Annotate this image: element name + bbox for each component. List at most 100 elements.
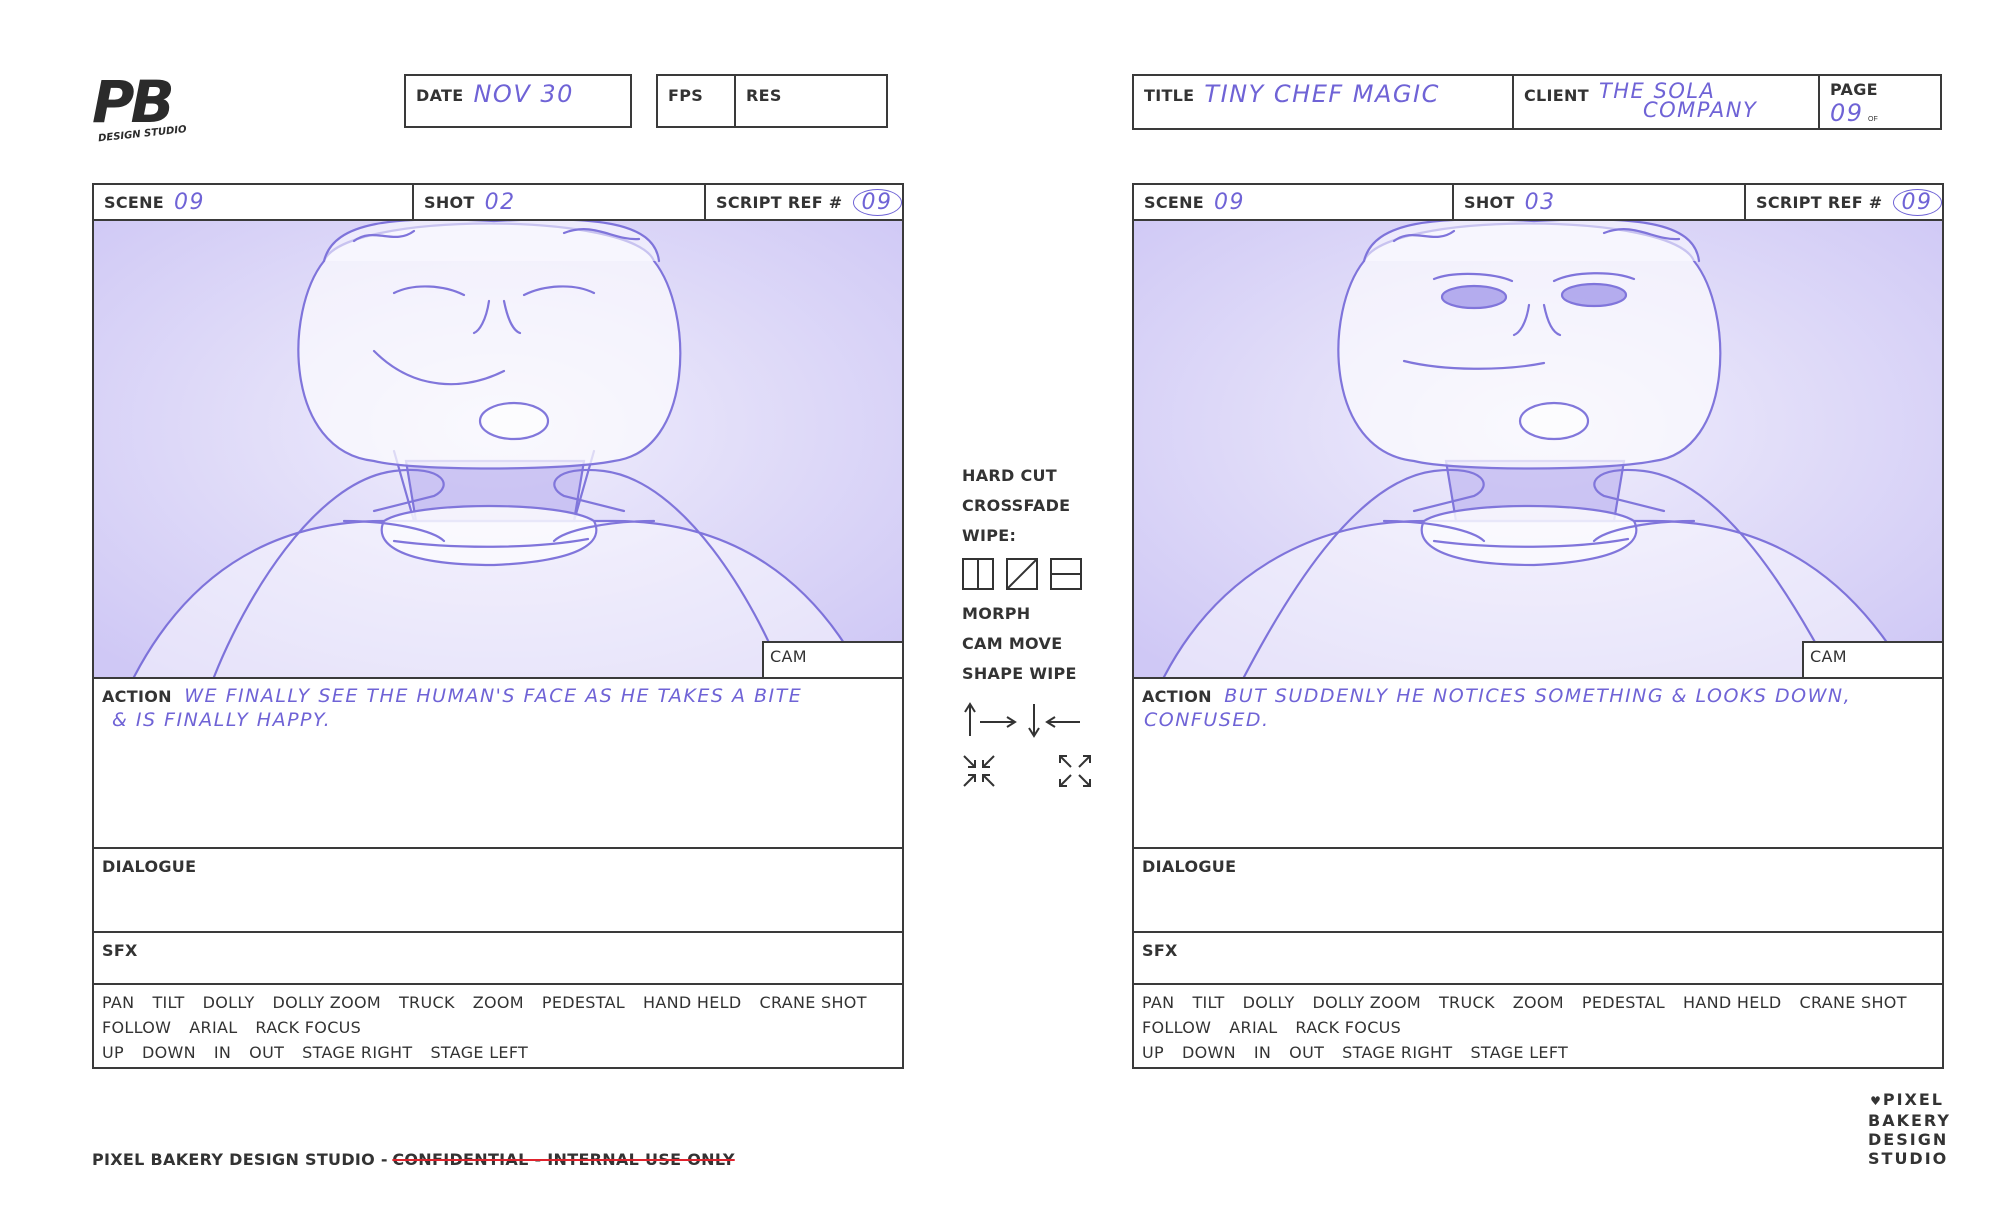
storyboard-panel-1: SCENE 09 SHOT 02 SCRIPT REF # 09 CAM ACT… [92, 183, 904, 1069]
transitions-panel: HARD CUT CROSSFADE WIPE: MORPH CAM MOVE … [962, 466, 1102, 796]
move-rack-focus[interactable]: RACK FOCUS [1295, 1018, 1401, 1037]
camera-moves-line-3: UP DOWN IN OUT STAGE RIGHT STAGE LEFT [102, 1043, 894, 1062]
shot-label: SHOT [424, 192, 475, 212]
expand-arrows-icon[interactable] [1058, 754, 1092, 788]
action-text-line-1: BUT SUDDENLY HE NOTICES SOMETHING & LOOK… [1224, 685, 1852, 707]
move-down[interactable]: DOWN [1182, 1043, 1236, 1062]
move-hand-held[interactable]: HAND HELD [1683, 993, 1781, 1012]
move-dolly-zoom[interactable]: DOLLY ZOOM [273, 993, 381, 1012]
transition-wipe[interactable]: WIPE: [962, 526, 1016, 545]
move-follow[interactable]: FOLLOW [1142, 1018, 1211, 1037]
res-label: RES [746, 86, 782, 105]
client-value: THE SOLA COMPANY [1599, 81, 1757, 121]
title-label: TITLE [1144, 86, 1195, 105]
wipe-diagonal-icon[interactable] [1006, 558, 1038, 590]
move-truck[interactable]: TRUCK [399, 993, 455, 1012]
direction-arrows [962, 702, 1082, 738]
dialogue-row: DIALOGUE [1134, 849, 1942, 933]
move-tilt[interactable]: TILT [1192, 993, 1224, 1012]
move-zoom[interactable]: ZOOM [1513, 993, 1564, 1012]
transition-morph[interactable]: MORPH [962, 604, 1030, 623]
move-stage-left[interactable]: STAGE LEFT [430, 1043, 528, 1062]
footer-logo-line-1: ♥PIXEL [1870, 1090, 1944, 1109]
fps-res-box: FPS RES [656, 74, 888, 128]
cam-label: CAM [1810, 647, 1847, 666]
move-dolly[interactable]: DOLLY [203, 993, 255, 1012]
footer-logo-line-3: DESIGN [1868, 1130, 1949, 1149]
action-text-line-2: CONFUSED. [1144, 709, 1270, 731]
date-box: DATE NOV 30 [404, 74, 632, 128]
script-ref-value: 09 [852, 188, 902, 216]
arrow-up-right-icon[interactable] [962, 702, 1018, 738]
move-up[interactable]: UP [1142, 1043, 1164, 1062]
sfx-label: SFX [1142, 941, 1178, 960]
footer-text: PIXEL BAKERY DESIGN STUDIO - CONFIDENTIA… [92, 1150, 735, 1170]
wipe-horizontal-icon[interactable] [1050, 558, 1082, 590]
move-stage-left[interactable]: STAGE LEFT [1470, 1043, 1568, 1062]
cam-label: CAM [770, 647, 807, 666]
footer-logo: ♥PIXEL BAKERY DESIGN STUDIO [1868, 1090, 1949, 1168]
move-dolly-zoom[interactable]: DOLLY ZOOM [1313, 993, 1421, 1012]
action-row: ACTION BUT SUDDENLY HE NOTICES SOMETHING… [1134, 677, 1942, 849]
move-arial[interactable]: ARIAL [189, 1018, 237, 1037]
move-in[interactable]: IN [1254, 1043, 1271, 1062]
camera-moves-line-2: FOLLOW ARIAL RACK FOCUS [1142, 1018, 1934, 1037]
action-row: ACTION WE FINALLY SEE THE HUMAN'S FACE A… [94, 677, 902, 849]
move-rack-focus[interactable]: RACK FOCUS [255, 1018, 361, 1037]
move-follow[interactable]: FOLLOW [102, 1018, 171, 1037]
transition-cam-move[interactable]: CAM MOVE [962, 634, 1062, 653]
collapse-arrows-icon[interactable] [962, 754, 996, 788]
panel-1-frame: CAM [94, 221, 902, 679]
shot-value: 02 [484, 189, 516, 215]
sketch-2 [1134, 221, 1942, 677]
wipe-vertical-icon[interactable] [962, 558, 994, 590]
move-pan[interactable]: PAN [102, 993, 134, 1012]
move-zoom[interactable]: ZOOM [473, 993, 524, 1012]
zoom-arrows [962, 754, 1092, 788]
move-pedestal[interactable]: PEDESTAL [542, 993, 625, 1012]
sfx-row: SFX [1134, 933, 1942, 985]
fps-label: FPS [668, 86, 704, 105]
transition-hard-cut[interactable]: HARD CUT [962, 466, 1057, 485]
storyboard-panel-2: SCENE 09 SHOT 03 SCRIPT REF # 09 CAM ACT… [1132, 183, 1944, 1069]
arrow-down-left-icon[interactable] [1026, 702, 1082, 738]
move-hand-held[interactable]: HAND HELD [643, 993, 741, 1012]
camera-moves: PAN TILT DOLLY DOLLY ZOOM TRUCK ZOOM PED… [94, 985, 902, 1069]
move-down[interactable]: DOWN [142, 1043, 196, 1062]
move-in[interactable]: IN [214, 1043, 231, 1062]
move-pan[interactable]: PAN [1142, 993, 1174, 1012]
page-label: PAGE [1830, 80, 1878, 99]
panel-2-frame: CAM [1134, 221, 1942, 679]
cam-box: CAM [762, 641, 902, 677]
sfx-row: SFX [94, 933, 902, 985]
action-text-line-1: WE FINALLY SEE THE HUMAN'S FACE AS HE TA… [184, 685, 803, 707]
client-label: CLIENT [1524, 86, 1589, 105]
move-up[interactable]: UP [102, 1043, 124, 1062]
sketch-1 [94, 221, 902, 677]
transition-crossfade[interactable]: CROSSFADE [962, 496, 1070, 515]
move-arial[interactable]: ARIAL [1229, 1018, 1277, 1037]
move-stage-right[interactable]: STAGE RIGHT [302, 1043, 412, 1062]
move-tilt[interactable]: TILT [152, 993, 184, 1012]
move-crane-shot[interactable]: CRANE SHOT [759, 993, 866, 1012]
camera-moves-line-1: PAN TILT DOLLY DOLLY ZOOM TRUCK ZOOM PED… [102, 993, 894, 1012]
script-ref-label: SCRIPT REF # [716, 192, 843, 212]
move-pedestal[interactable]: PEDESTAL [1582, 993, 1665, 1012]
transition-shape-wipe[interactable]: SHAPE WIPE [962, 664, 1077, 683]
move-stage-right[interactable]: STAGE RIGHT [1342, 1043, 1452, 1062]
action-label: ACTION [1142, 687, 1212, 706]
move-dolly[interactable]: DOLLY [1243, 993, 1295, 1012]
move-out[interactable]: OUT [1289, 1043, 1324, 1062]
page-of-label: OF [1868, 116, 1878, 123]
scene-label: SCENE [1144, 192, 1205, 212]
move-crane-shot[interactable]: CRANE SHOT [1799, 993, 1906, 1012]
move-out[interactable]: OUT [249, 1043, 284, 1062]
scene-label: SCENE [104, 192, 165, 212]
footer-studio: PIXEL BAKERY DESIGN STUDIO - [92, 1150, 388, 1169]
move-truck[interactable]: TRUCK [1439, 993, 1495, 1012]
panel-2-header: SCENE 09 SHOT 03 SCRIPT REF # 09 [1134, 185, 1942, 221]
script-ref-value: 09 [1892, 188, 1942, 216]
camera-moves-line-3: UP DOWN IN OUT STAGE RIGHT STAGE LEFT [1142, 1043, 1934, 1062]
shot-value: 03 [1524, 189, 1556, 215]
logo-mark: PB [92, 68, 175, 136]
